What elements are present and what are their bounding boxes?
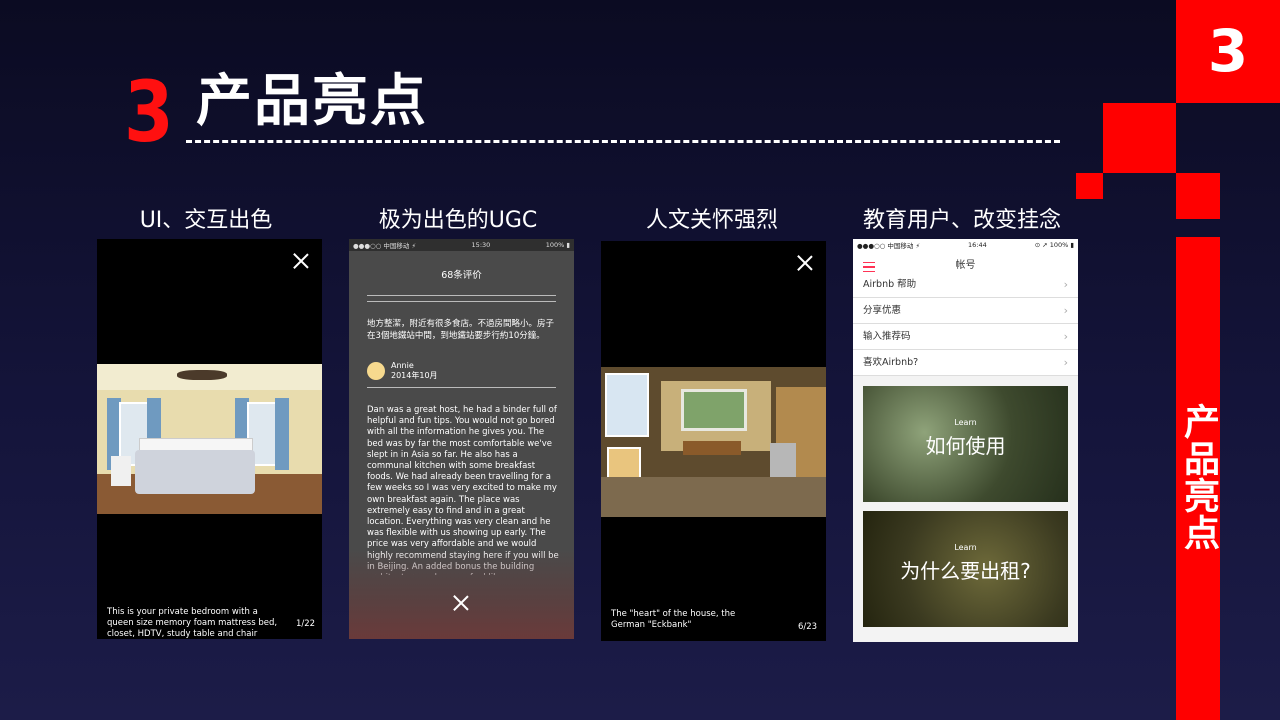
column-title-education: 教育用户、改变挂念	[862, 208, 1061, 233]
chevron-right-icon: ›	[1063, 356, 1068, 369]
learn-card-title: 如何使用	[925, 434, 1006, 458]
page-title: 产品亮点	[196, 69, 428, 134]
kitchen-photo	[601, 367, 826, 517]
menu-item-label: Airbnb 帮助	[863, 279, 917, 290]
chevron-right-icon: ›	[1063, 304, 1068, 317]
chevron-right-icon: ›	[1063, 330, 1068, 343]
status-time: 16:44	[968, 241, 987, 249]
section-number: 3	[124, 63, 174, 161]
close-icon[interactable]	[293, 253, 309, 269]
menu-item-label: 输入推荐码	[863, 331, 911, 342]
photo-counter: 1/22	[296, 619, 316, 629]
reviews-title: 68条评价	[441, 270, 482, 281]
status-carrier: ●●●○○ 中国移动 ⚡	[353, 242, 417, 250]
status-battery: ⊙ ➚ 100% ▮	[1034, 241, 1074, 249]
screenshot-bedroom: This is your private bedroom with a quee…	[97, 239, 322, 639]
photo-counter: 6/23	[798, 622, 818, 632]
learn-label: Learn	[954, 543, 977, 552]
column-title-ugc: 极为出色的UGC	[378, 208, 538, 233]
menu-item-label: 喜欢Airbnb?	[863, 357, 919, 368]
photo-caption: The "heart" of the house, the German "Ec…	[611, 609, 736, 630]
menu-item-share[interactable]: 分享优惠 ›	[853, 298, 1078, 324]
decor-block-2	[1076, 173, 1103, 199]
reviewer-date: 2014年10月	[391, 371, 438, 380]
fade-overlay	[349, 549, 574, 639]
bedroom-photo	[97, 364, 322, 514]
screenshot-reviews: ●●●○○ 中国移动 ⚡ 15:30 100% ▮ 68条评价 地方整潔，附近有…	[349, 239, 574, 639]
learn-card-how-to-use[interactable]: Learn 如何使用	[863, 386, 1068, 502]
status-bar: ●●●○○ 中国移动 ⚡ 15:30 100% ▮	[349, 239, 574, 251]
menu-item-label: 分享优惠	[863, 305, 902, 316]
account-title: 帐号	[955, 260, 976, 271]
divider	[367, 301, 556, 302]
menu-item-like[interactable]: 喜欢Airbnb? ›	[853, 350, 1078, 376]
status-carrier: ●●●○○ 中国移动 ⚡	[857, 242, 921, 250]
menu-item-referral[interactable]: 输入推荐码 ›	[853, 324, 1078, 350]
menu-item-help[interactable]: Airbnb 帮助 ›	[853, 272, 1078, 298]
screenshot-account: ●●●○○ 中国移动 ⚡ 16:44 ⊙ ➚ 100% ▮ 帐号 Airbnb …	[853, 239, 1078, 642]
close-icon[interactable]	[797, 255, 813, 271]
status-bar: ●●●○○ 中国移动 ⚡ 16:44 ⊙ ➚ 100% ▮	[853, 239, 1078, 251]
decor-block-3	[1176, 173, 1220, 219]
close-icon[interactable]	[453, 595, 469, 611]
section-badge: 3	[1176, 0, 1280, 103]
learn-label: Learn	[954, 418, 977, 427]
learn-card-title: 为什么要出租?	[900, 559, 1031, 583]
review-text-cn: 地方整潔，附近有很多食店。不過房間略小。房子在3個地鐵站中間，到地鐵站要步行約1…	[367, 319, 555, 341]
column-title-ui: UI、交互出色	[139, 208, 273, 233]
side-label-text: 产品亮点	[1178, 403, 1219, 551]
divider	[367, 295, 556, 296]
divider	[367, 387, 556, 388]
side-label-bar: 产品亮点	[1176, 237, 1220, 720]
learn-card-why-host[interactable]: Learn 为什么要出租?	[863, 511, 1068, 627]
avatar	[367, 362, 385, 380]
screenshot-kitchen: The "heart" of the house, the German "Ec…	[601, 241, 826, 641]
reviewer-info: Annie 2014年10月	[391, 361, 438, 381]
status-battery: 100% ▮	[545, 241, 570, 249]
column-title-humanity: 人文关怀强烈	[645, 208, 778, 233]
photo-caption: This is your private bedroom with a quee…	[107, 607, 278, 639]
reviewer-name: Annie	[391, 361, 414, 370]
decor-block-1	[1103, 103, 1176, 173]
status-time: 15:30	[471, 241, 491, 249]
chevron-right-icon: ›	[1063, 278, 1068, 291]
title-divider	[186, 140, 1060, 143]
menu-icon[interactable]	[863, 262, 875, 272]
